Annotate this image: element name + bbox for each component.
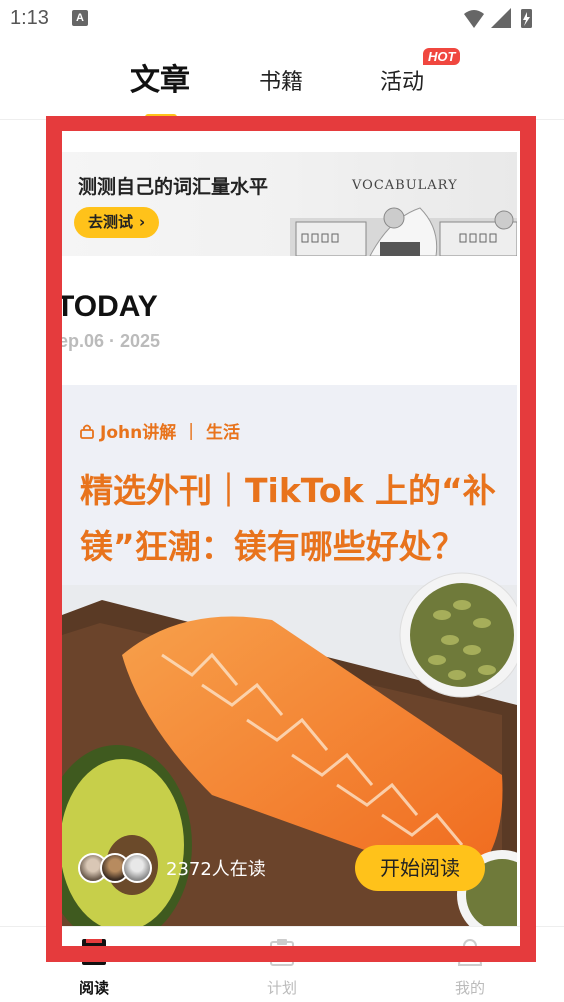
start-test-button[interactable]: 去测试 › bbox=[74, 207, 160, 238]
nav-label-plan: 计划 bbox=[266, 979, 297, 997]
tab-activities[interactable]: 活动 bbox=[380, 64, 424, 96]
vocabulary-test-banner[interactable]: VOCABULARY 测测自己的词汇量水平 去测试 › bbox=[62, 152, 517, 256]
start-reading-button[interactable]: 开始阅读 bbox=[355, 845, 485, 891]
article-title: 精选外刊｜TikTok 上的“补镁”狂潮：镁有哪些好处？ bbox=[80, 471, 496, 566]
banner-image-word: VOCABULARY bbox=[352, 178, 458, 193]
wifi-icon bbox=[464, 10, 484, 28]
nav-item-plan[interactable]: 计划 bbox=[242, 937, 322, 998]
today-heading: TODAY bbox=[56, 290, 158, 323]
status-time: 1:13 bbox=[10, 7, 49, 29]
nav-label-read: 阅读 bbox=[78, 979, 109, 997]
top-tab-bar: 文章 书籍 活动 HOT bbox=[0, 40, 564, 120]
readers-count: 2372人在读 bbox=[166, 859, 266, 880]
status-icons bbox=[464, 8, 532, 28]
bottom-nav-bar: 阅读 计划 我的 bbox=[0, 926, 564, 1002]
article-category: 生活 bbox=[205, 423, 240, 443]
tab-articles[interactable]: 文章 bbox=[130, 55, 190, 99]
signal-icon bbox=[491, 8, 511, 28]
chevron-right-icon: › bbox=[139, 213, 146, 231]
hot-badge: HOT bbox=[423, 48, 461, 65]
active-tab-indicator bbox=[145, 114, 177, 120]
book-icon bbox=[82, 939, 106, 965]
typewriter-illustration bbox=[290, 207, 517, 256]
today-date: ep.06 · 2025 bbox=[58, 331, 161, 351]
clipboard-icon bbox=[270, 939, 294, 966]
tab-books[interactable]: 书籍 bbox=[259, 64, 303, 96]
status-bar: 1:13 A bbox=[0, 0, 564, 38]
notification-a-icon: A bbox=[72, 10, 88, 26]
nav-item-read[interactable]: 阅读 bbox=[54, 937, 134, 998]
avatar bbox=[122, 853, 152, 883]
lock-icon bbox=[80, 424, 94, 439]
article-meta: John讲解 | 生活 bbox=[80, 418, 240, 443]
nav-item-me[interactable]: 我的 bbox=[430, 937, 510, 998]
meta-divider: | bbox=[188, 420, 194, 441]
banner-title: 测测自己的词汇量水平 bbox=[78, 176, 269, 198]
person-icon bbox=[457, 939, 483, 966]
start-test-label: 去测试 bbox=[88, 213, 134, 231]
readers-row: 2372人在读 bbox=[78, 851, 266, 885]
nav-label-me: 我的 bbox=[454, 979, 485, 997]
article-card[interactable]: John讲解 | 生活 精选外刊｜TikTok 上的“补镁”狂潮：镁有哪些好处？… bbox=[62, 385, 517, 926]
article-author: John讲解 bbox=[100, 423, 177, 443]
